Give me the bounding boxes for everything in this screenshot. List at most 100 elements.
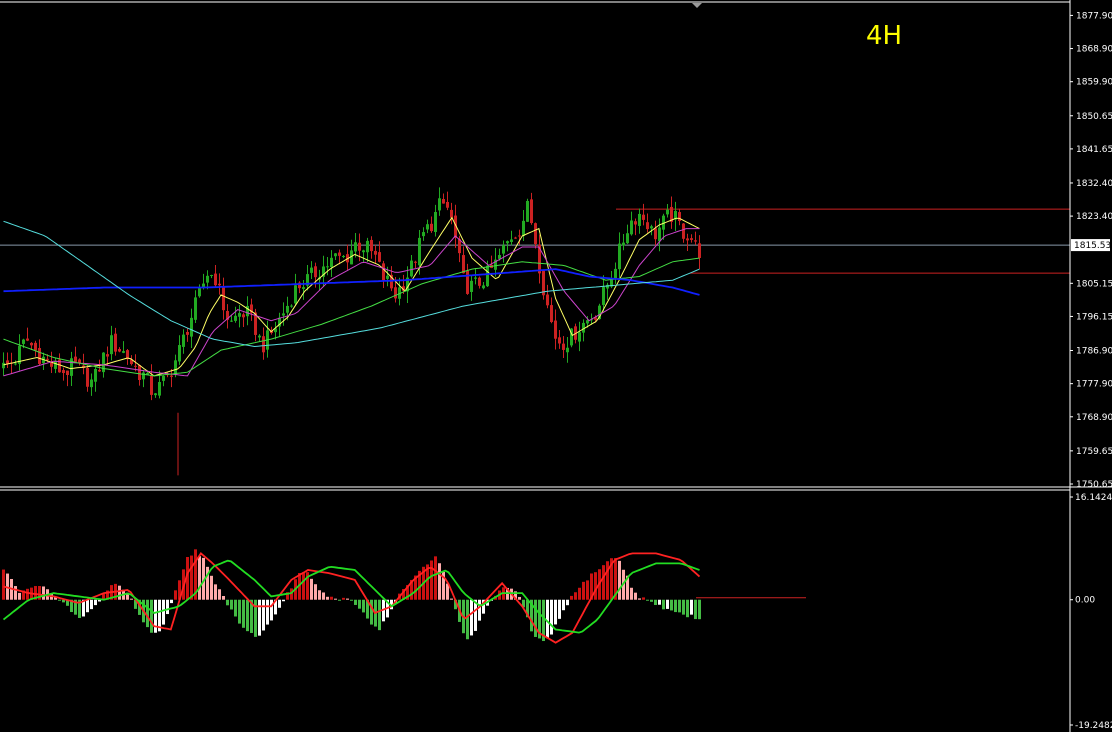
- candle-body[interactable]: [374, 250, 377, 255]
- macd-histogram-bar[interactable]: [586, 580, 589, 600]
- candle-body[interactable]: [354, 242, 357, 252]
- macd-histogram-bar[interactable]: [602, 565, 605, 600]
- macd-histogram-bar[interactable]: [698, 599, 701, 620]
- candle-body[interactable]: [46, 358, 49, 360]
- candle[interactable]: [542, 269, 545, 300]
- macd-histogram-bar[interactable]: [362, 599, 365, 613]
- candle-body[interactable]: [462, 255, 465, 274]
- candle-body[interactable]: [62, 370, 65, 374]
- macd-histogram-bar[interactable]: [230, 599, 233, 610]
- macd-histogram-bar[interactable]: [638, 598, 641, 600]
- candle-body[interactable]: [438, 198, 441, 211]
- candle-body[interactable]: [554, 320, 557, 339]
- macd-histogram-bar[interactable]: [266, 599, 269, 625]
- macd-histogram-bar[interactable]: [210, 575, 213, 600]
- macd-histogram-bar[interactable]: [270, 599, 273, 621]
- candle-body[interactable]: [330, 257, 333, 268]
- candle-body[interactable]: [638, 213, 641, 226]
- candle-body[interactable]: [418, 237, 421, 266]
- candle-body[interactable]: [98, 369, 101, 372]
- candle-body[interactable]: [682, 223, 685, 239]
- candle-body[interactable]: [106, 354, 109, 357]
- candle-body[interactable]: [654, 228, 657, 240]
- macd-histogram-bar[interactable]: [42, 586, 45, 600]
- candle-body[interactable]: [446, 201, 449, 208]
- macd-histogram-bar[interactable]: [630, 587, 633, 600]
- candle-body[interactable]: [370, 239, 373, 252]
- macd-histogram-bar[interactable]: [558, 599, 561, 619]
- candle-body[interactable]: [66, 370, 69, 375]
- macd-histogram-bar[interactable]: [190, 555, 193, 600]
- macd-histogram-bar[interactable]: [654, 599, 657, 605]
- macd-histogram-bar[interactable]: [246, 599, 249, 632]
- macd-histogram-bar[interactable]: [554, 599, 557, 625]
- macd-histogram-bar[interactable]: [214, 584, 217, 600]
- candle-body[interactable]: [634, 221, 637, 225]
- macd-histogram-bar[interactable]: [18, 592, 21, 600]
- macd-histogram-bar[interactable]: [314, 584, 317, 600]
- candle-body[interactable]: [134, 365, 137, 367]
- candle-body[interactable]: [546, 294, 549, 306]
- candle-body[interactable]: [214, 273, 217, 286]
- candle-body[interactable]: [110, 335, 113, 355]
- candle-body[interactable]: [34, 342, 37, 351]
- macd-histogram-bar[interactable]: [534, 599, 537, 637]
- candle-body[interactable]: [338, 252, 341, 256]
- macd-histogram-bar[interactable]: [662, 599, 665, 610]
- candle-body[interactable]: [310, 267, 313, 273]
- candle-body[interactable]: [482, 285, 485, 289]
- candle-body[interactable]: [626, 233, 629, 244]
- candle-body[interactable]: [186, 331, 189, 335]
- macd-histogram-bar[interactable]: [278, 599, 281, 608]
- candle-body[interactable]: [262, 336, 265, 353]
- macd-histogram-bar[interactable]: [242, 599, 245, 628]
- macd-histogram-bar[interactable]: [150, 599, 153, 633]
- candle-body[interactable]: [366, 240, 369, 253]
- macd-histogram-bar[interactable]: [642, 597, 645, 600]
- candle-body[interactable]: [466, 270, 469, 294]
- candle-body[interactable]: [646, 222, 649, 230]
- candle-body[interactable]: [618, 243, 621, 270]
- candle-body[interactable]: [526, 200, 529, 222]
- candle-body[interactable]: [218, 283, 221, 286]
- macd-histogram-bar[interactable]: [346, 598, 349, 600]
- macd-histogram-bar[interactable]: [338, 599, 341, 601]
- candle-body[interactable]: [234, 315, 237, 321]
- candle-body[interactable]: [414, 261, 417, 263]
- candle-body[interactable]: [614, 268, 617, 279]
- macd-histogram-bar[interactable]: [666, 599, 669, 609]
- macd-histogram-bar[interactable]: [594, 572, 597, 600]
- candle-body[interactable]: [642, 214, 645, 220]
- macd-histogram-bar[interactable]: [578, 587, 581, 600]
- candle-body[interactable]: [434, 211, 437, 233]
- macd-histogram-bar[interactable]: [562, 599, 565, 611]
- candle-body[interactable]: [138, 365, 141, 381]
- macd-histogram-bar[interactable]: [94, 599, 97, 606]
- candle-body[interactable]: [222, 285, 225, 311]
- candle-body[interactable]: [242, 314, 245, 318]
- candle-body[interactable]: [698, 243, 701, 259]
- macd-histogram-bar[interactable]: [222, 596, 225, 600]
- candle-body[interactable]: [602, 286, 605, 305]
- candle-body[interactable]: [382, 263, 385, 281]
- candle-body[interactable]: [22, 339, 25, 344]
- candle-body[interactable]: [162, 375, 165, 381]
- candle-body[interactable]: [518, 235, 521, 237]
- macd-histogram-bar[interactable]: [430, 560, 433, 600]
- candle-body[interactable]: [506, 241, 509, 244]
- candle-body[interactable]: [422, 232, 425, 237]
- macd-histogram-bar[interactable]: [634, 592, 637, 600]
- macd-histogram-bar[interactable]: [606, 561, 609, 600]
- candle-body[interactable]: [26, 338, 29, 341]
- candle-body[interactable]: [630, 220, 633, 235]
- macd-histogram-bar[interactable]: [690, 599, 693, 615]
- macd-histogram-bar[interactable]: [170, 599, 173, 604]
- candle-body[interactable]: [206, 275, 209, 283]
- candle-body[interactable]: [194, 297, 197, 320]
- macd-histogram-bar[interactable]: [358, 599, 361, 609]
- candle-body[interactable]: [678, 212, 681, 222]
- macd-histogram-bar[interactable]: [686, 599, 689, 618]
- macd-histogram-bar[interactable]: [678, 599, 681, 613]
- macd-histogram-bar[interactable]: [58, 599, 61, 601]
- candle-body[interactable]: [198, 288, 201, 297]
